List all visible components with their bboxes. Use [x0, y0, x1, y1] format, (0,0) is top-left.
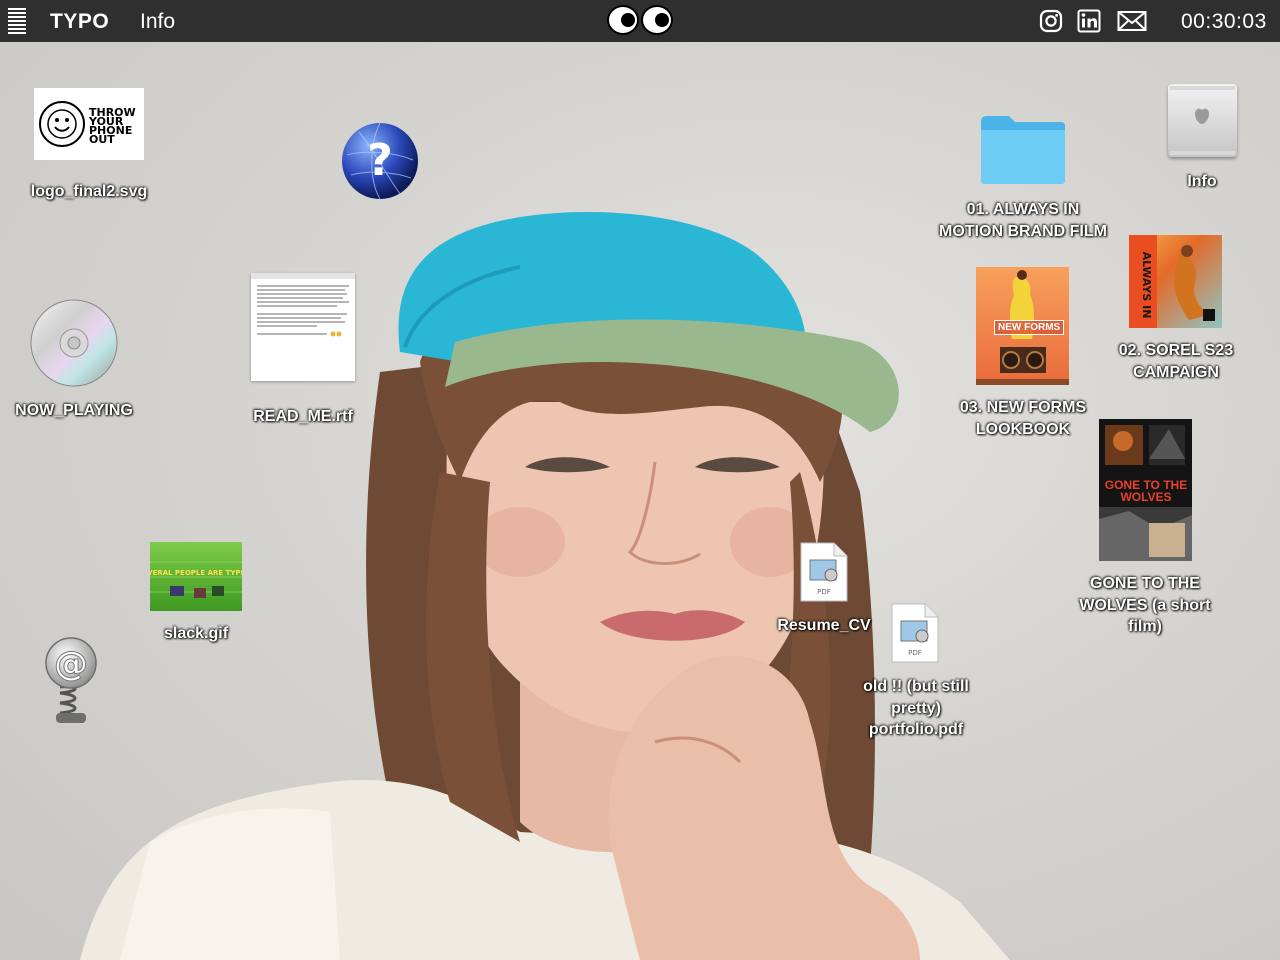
- wolves-label-line-3: film): [1128, 618, 1162, 635]
- old-portfolio-pdf-icon[interactable]: PDF: [891, 603, 939, 663]
- slack-gif-thumbnail[interactable]: SEVERAL PEOPLE ARE TYPING: [137, 542, 255, 611]
- old-portfolio-label[interactable]: old !! (but still pretty) portfolio.pdf: [850, 676, 982, 741]
- svg-text:@: @: [54, 644, 88, 684]
- slack-gif-label[interactable]: slack.gif: [140, 623, 252, 644]
- question-globe-icon[interactable]: ?: [339, 120, 421, 202]
- desktop-wallpaper: THROW YOUR PHONE OUT logo_final2.svg ? N…: [0, 42, 1280, 960]
- old-portfolio-label-line-1: old !! (but still: [863, 678, 969, 695]
- sorel-label-line-1: 02. SOREL S23: [1118, 342, 1234, 359]
- menu-icon[interactable]: [8, 8, 26, 34]
- new-forms-label-line-1: 03. NEW FORMS: [959, 399, 1087, 416]
- wolves-poster-title: GONE TO THE WOLVES: [1104, 478, 1188, 504]
- mail-icon[interactable]: [1117, 9, 1147, 33]
- folder-icon[interactable]: [979, 114, 1067, 186]
- readme-document-icon[interactable]: [251, 273, 355, 381]
- always-in-motion-label-line-1: 01. ALWAYS IN: [966, 201, 1080, 218]
- mac-info-label[interactable]: Info: [1160, 171, 1244, 192]
- new-forms-label-line-2: LOOKBOOK: [975, 420, 1071, 438]
- always-in-motion-label-line-2: MOTION BRAND FILM: [939, 222, 1107, 240]
- eyes-icon[interactable]: [606, 4, 674, 36]
- new-forms-lookbook-label[interactable]: 03. NEW FORMS LOOKBOOK: [946, 397, 1100, 440]
- portrait-photo: [80, 211, 1010, 960]
- readme-label[interactable]: READ_ME.rtf: [238, 406, 368, 427]
- old-portfolio-doc-tag: PDF: [908, 649, 922, 657]
- logo-file-icon[interactable]: THROW YOUR PHONE OUT: [34, 88, 144, 160]
- sorel-campaign-label[interactable]: 02. SOREL S23 CAMPAIGN: [1105, 340, 1247, 383]
- resume-doc-tag: PDF: [817, 588, 831, 596]
- old-portfolio-label-line-2: pretty): [891, 699, 941, 717]
- sorel-campaign-thumbnail[interactable]: ALWAYS IN: [1129, 235, 1222, 328]
- linkedin-icon[interactable]: [1077, 9, 1101, 33]
- instagram-icon[interactable]: [1039, 9, 1063, 33]
- wolves-label-line-1: GONE TO THE: [1090, 575, 1200, 592]
- now-playing-label[interactable]: NOW_PLAYING: [6, 400, 142, 421]
- mac-pro-icon[interactable]: [1168, 84, 1237, 157]
- wolves-label-line-2: WOLVES (a short: [1079, 596, 1211, 614]
- logo-file-label[interactable]: logo_final2.svg: [22, 181, 156, 202]
- resume-label[interactable]: Resume_CV: [768, 615, 880, 636]
- resume-pdf-icon[interactable]: PDF: [800, 542, 848, 602]
- new-forms-poster-title: NEW FORMS: [994, 320, 1065, 335]
- brand-menu[interactable]: TYPO: [50, 10, 109, 34]
- cd-icon[interactable]: [30, 299, 118, 387]
- gone-to-the-wolves-label[interactable]: GONE TO THE WOLVES (a short film): [1068, 573, 1222, 638]
- logo-art-line-4: OUT: [89, 133, 115, 146]
- always-in-motion-label[interactable]: 01. ALWAYS IN MOTION BRAND FILM: [930, 199, 1116, 242]
- at-sign-spring-icon[interactable]: @: [38, 637, 104, 725]
- sorel-label-line-2: CAMPAIGN: [1133, 363, 1219, 381]
- old-portfolio-label-line-3: portfolio.pdf: [868, 721, 964, 738]
- clock: 00:30:03: [1181, 10, 1267, 33]
- svg-text:?: ?: [367, 135, 393, 186]
- info-menu[interactable]: Info: [140, 10, 175, 34]
- slack-art-text: SEVERAL PEOPLE ARE TYPING: [150, 569, 242, 577]
- menubar: TYPO Info 00:30:03: [0, 0, 1280, 42]
- sorel-poster-text: ALWAYS IN: [1140, 252, 1153, 319]
